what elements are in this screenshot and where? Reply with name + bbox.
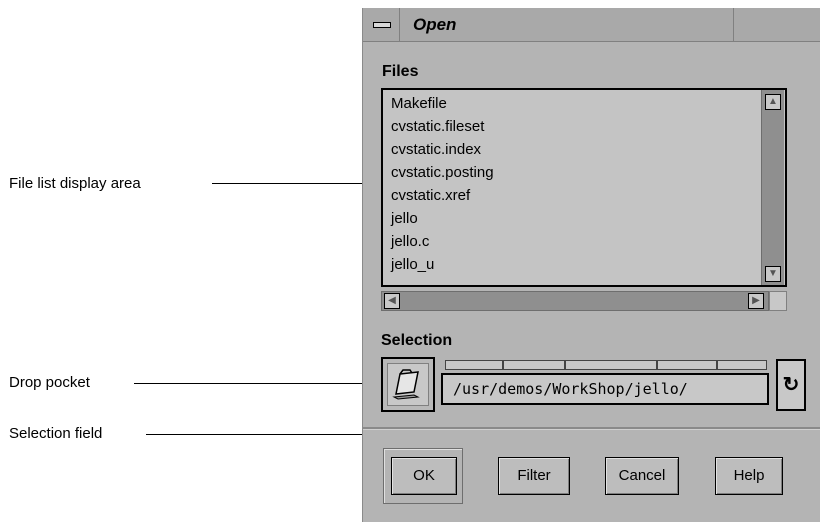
vertical-scrollbar[interactable]: ▲ ▼ <box>761 90 784 285</box>
file-list[interactable]: Makefile cvstatic.fileset cvstatic.index cv… <box>381 88 787 287</box>
cancel-button[interactable]: Cancel <box>605 457 679 495</box>
help-button[interactable]: Help <box>715 457 783 495</box>
callout-drop-pocket: Drop pocket <box>9 374 90 391</box>
callout-drop-pocket-line <box>134 383 384 384</box>
path-segment-tabs[interactable] <box>445 360 767 370</box>
path-segment-tab[interactable] <box>565 360 657 370</box>
arrow-left-icon[interactable]: ◀ <box>384 293 400 309</box>
title-bar: Open <box>363 8 820 42</box>
selection-label: Selection <box>381 332 453 349</box>
list-item[interactable]: cvstatic.xref <box>387 184 757 207</box>
scrollbar-corner <box>769 291 787 311</box>
title-bar-strip <box>733 8 820 41</box>
separator <box>363 427 820 430</box>
list-item[interactable]: jello_u <box>387 253 757 276</box>
arrow-right-icon[interactable]: ▶ <box>748 293 764 309</box>
ok-button[interactable]: OK <box>391 457 457 495</box>
open-dialog: Open Files Makefile cvstatic.fileset cvsta… <box>362 8 820 522</box>
file-list-items: Makefile cvstatic.fileset cvstatic.index cv… <box>387 92 757 276</box>
callout-selection-field: Selection field <box>9 425 103 442</box>
window-menu-icon[interactable] <box>363 8 400 41</box>
arrow-up-icon[interactable]: ▲ <box>765 94 781 110</box>
filter-button[interactable]: Filter <box>498 457 570 495</box>
folder-icon <box>387 363 429 406</box>
list-item[interactable]: Makefile <box>387 92 757 115</box>
path-segment-tab[interactable] <box>503 360 565 370</box>
drop-pocket[interactable] <box>381 357 435 412</box>
path-segment-tab[interactable] <box>657 360 717 370</box>
recycle-icon[interactable]: ↻ <box>776 359 806 411</box>
selection-field[interactable]: /usr/demos/WorkShop/jello/ <box>441 373 769 405</box>
horizontal-scrollbar[interactable]: ◀ ▶ <box>381 291 769 311</box>
list-item[interactable]: jello.c <box>387 230 757 253</box>
list-item[interactable]: cvstatic.index <box>387 138 757 161</box>
callout-file-list: File list display area <box>9 175 141 192</box>
list-item[interactable]: cvstatic.fileset <box>387 115 757 138</box>
files-label: Files <box>382 63 419 80</box>
arrow-down-icon[interactable]: ▼ <box>765 266 781 282</box>
path-segment-tab[interactable] <box>445 360 503 370</box>
list-item[interactable]: jello <box>387 207 757 230</box>
dialog-title: Open <box>413 15 457 34</box>
selection-field-wrap: /usr/demos/WorkShop/jello/ <box>441 360 769 408</box>
path-segment-tab[interactable] <box>717 360 767 370</box>
list-item[interactable]: cvstatic.posting <box>387 161 757 184</box>
